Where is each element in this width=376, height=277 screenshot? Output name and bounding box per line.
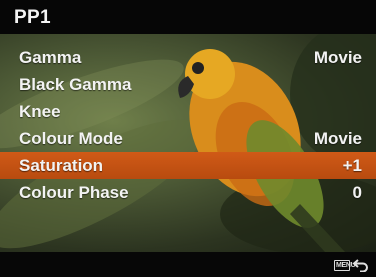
menu-item-knee[interactable]: Knee: [0, 98, 376, 125]
menu-item-colour-mode[interactable]: Colour Mode Movie: [0, 125, 376, 152]
picture-profile-menu: Gamma Movie Black Gamma Knee Colour Mode…: [0, 44, 376, 206]
page-title: PP1: [14, 7, 51, 28]
menu-item-label: Colour Mode: [19, 129, 123, 148]
menu-button-icon[interactable]: MENU: [334, 260, 356, 271]
menu-item-label: Black Gamma: [19, 75, 132, 94]
menu-item-black-gamma[interactable]: Black Gamma: [0, 71, 376, 98]
menu-item-value: 0: [352, 183, 362, 202]
menu-item-label: Gamma: [19, 48, 82, 67]
bottom-bar: MENU: [0, 252, 376, 277]
menu-item-colour-phase[interactable]: Colour Phase 0: [0, 179, 376, 206]
menu-item-value: Movie: [313, 129, 362, 148]
menu-item-gamma[interactable]: Gamma Movie: [0, 44, 376, 71]
return-arrow-icon[interactable]: [352, 258, 370, 272]
menu-item-saturation[interactable]: Saturation +1: [0, 152, 376, 179]
title-bar: PP1: [0, 0, 376, 34]
menu-item-label: Colour Phase: [19, 183, 129, 202]
menu-item-label: Saturation: [19, 156, 104, 175]
menu-item-value: +1: [342, 156, 362, 175]
menu-item-label: Knee: [19, 102, 61, 121]
camera-menu-screen: PP1 Gamma Movie Black Gamma Knee Colour …: [0, 0, 376, 277]
menu-item-value: Movie: [313, 48, 362, 67]
